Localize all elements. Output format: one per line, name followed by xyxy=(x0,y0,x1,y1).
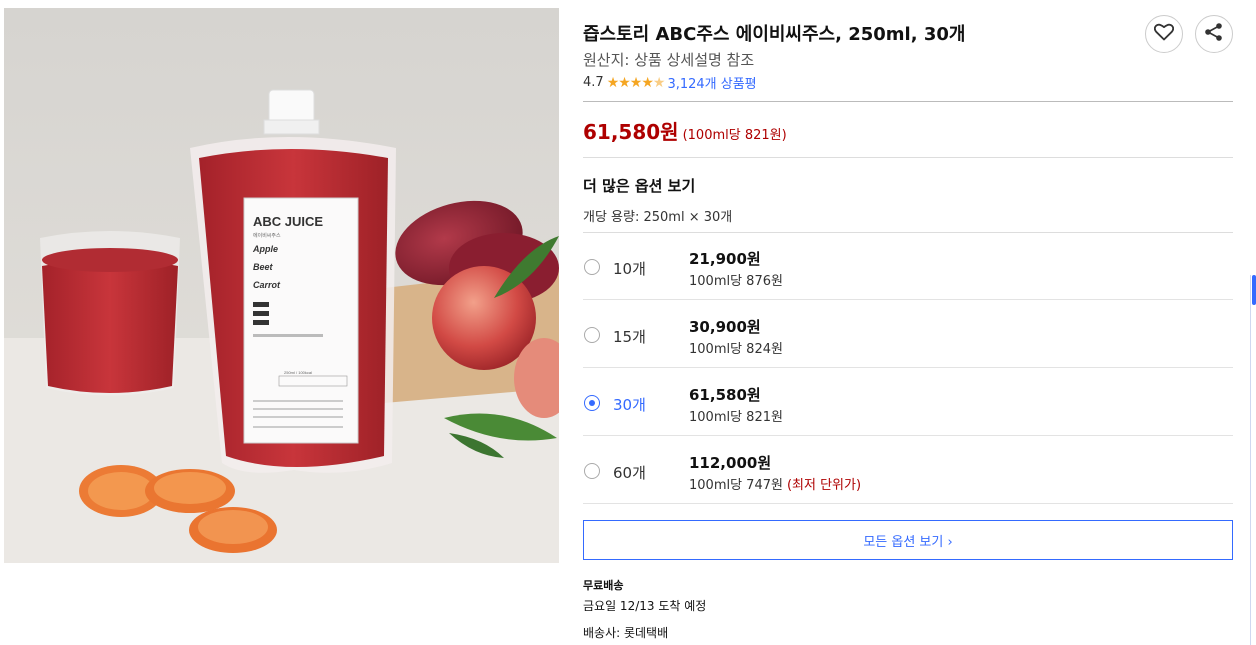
product-origin: 원산지: 상품 상세설명 참조 xyxy=(583,51,755,69)
share-icon xyxy=(1204,22,1224,46)
star-icon: ★★★★★ xyxy=(606,74,666,91)
option-unit-price: 100ml당 747원 (최저 단위가) xyxy=(689,474,861,493)
scrollbar-track[interactable] xyxy=(1250,275,1256,645)
sale-price: 61,580원 xyxy=(583,120,679,144)
option-price: 21,900원 xyxy=(689,250,761,268)
radio-button[interactable] xyxy=(584,327,600,343)
rating-row: 4.7 ★★★★★ 3,124개 상품평 xyxy=(583,73,757,93)
unit-price-text: 100ml당 747원 xyxy=(689,478,783,493)
option-qty: 30개 xyxy=(613,396,646,414)
option-price: 61,580원 xyxy=(689,386,761,404)
option-unit-price: 100ml당 876원 xyxy=(689,274,783,289)
rating-value: 4.7 xyxy=(583,75,604,90)
option-unit-price: 100ml당 821원 xyxy=(689,410,783,425)
scrollbar-thumb[interactable] xyxy=(1252,275,1256,305)
wishlist-button[interactable] xyxy=(1145,15,1183,53)
lowest-unit-badge: (최저 단위가) xyxy=(786,478,862,493)
option-price: 112,000원 xyxy=(689,454,772,472)
label-line-beet: Beet xyxy=(253,262,274,272)
product-image[interactable]: ABC JUICE 에이비씨주스 Apple Beet Carrot 250ml… xyxy=(4,8,559,563)
option-qty: 10개 xyxy=(613,260,646,278)
product-title: 즙스토리 ABC주스 에이비씨주스, 250ml, 30개 xyxy=(583,24,966,45)
volume-info: 개당 용량: 250ml × 30개 xyxy=(583,210,733,225)
share-button[interactable] xyxy=(1195,15,1233,53)
label-sub: 에이비씨주스 xyxy=(253,232,281,239)
option-row-60[interactable]: 60개 112,000원 100ml당 747원 (최저 단위가) xyxy=(583,437,1233,504)
option-row-30[interactable]: 30개 61,580원 100ml당 821원 xyxy=(583,369,1233,436)
radio-button[interactable] xyxy=(584,259,600,275)
option-qty: 15개 xyxy=(613,328,646,346)
product-photo: ABC JUICE 에이비씨주스 Apple Beet Carrot 250ml… xyxy=(4,8,559,563)
option-row-10[interactable]: 10개 21,900원 100ml당 876원 xyxy=(583,233,1233,300)
option-price: 30,900원 xyxy=(689,318,761,336)
more-options-heading: 더 많은 옵션 보기 xyxy=(583,177,696,195)
option-unit-price: 100ml당 824원 xyxy=(689,342,783,357)
option-qty: 60개 xyxy=(613,464,646,482)
label-line-carrot: Carrot xyxy=(253,280,281,290)
option-row-15[interactable]: 15개 30,900원 100ml당 824원 xyxy=(583,301,1233,368)
arrival-date: 금요일 12/13 도착 예정 xyxy=(583,599,707,613)
label-title: ABC JUICE xyxy=(253,214,323,229)
price-block: 61,580원 (100ml당 821원) xyxy=(583,116,787,145)
view-all-options-button[interactable]: 모든 옵션 보기 › xyxy=(583,520,1233,560)
label-volume: 250ml / 100kcal xyxy=(284,370,312,375)
divider xyxy=(583,157,1233,158)
radio-button[interactable] xyxy=(584,463,600,479)
carrier-info: 배송사: 롯데택배 xyxy=(583,626,669,640)
heart-icon xyxy=(1153,23,1175,45)
unit-price: (100ml당 821원) xyxy=(682,128,787,143)
radio-button-selected[interactable] xyxy=(584,395,600,411)
divider xyxy=(583,101,1233,102)
label-line-apple: Apple xyxy=(252,244,278,254)
shipping-type: 무료배송 xyxy=(583,579,624,592)
review-count-link[interactable]: 3,124개 상품평 xyxy=(667,73,756,92)
